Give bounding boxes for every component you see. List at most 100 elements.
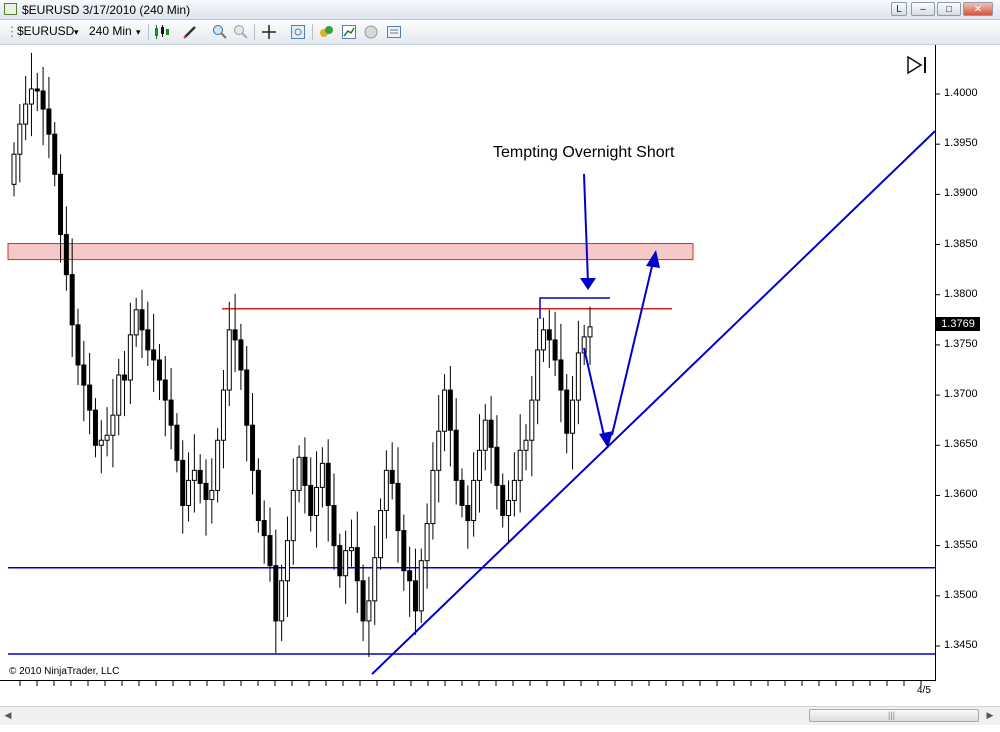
- candle-up: [296, 456, 302, 491]
- window-titlebar: $EURUSD 3/17/2010 (240 Min) L – □ ✕: [0, 0, 1000, 20]
- candle-up: [529, 399, 535, 441]
- scroll-left-icon[interactable]: ◀: [2, 709, 14, 722]
- candle-down: [407, 570, 413, 582]
- candle-down: [75, 324, 81, 366]
- price-tick-label: 1.3500: [944, 588, 978, 601]
- interval-selector[interactable]: 240 Min: [89, 24, 132, 38]
- indicators-icon[interactable]: [341, 24, 357, 40]
- chart-toolbar: ⋮ $EURUSD ▾ 240 Min ▾: [0, 20, 1000, 45]
- candle-up: [343, 550, 349, 577]
- candle-up: [506, 499, 512, 517]
- candle-down: [174, 424, 180, 461]
- annotation-arrow-line: [583, 173, 589, 284]
- candle-up: [471, 479, 477, 522]
- candle-down: [401, 530, 407, 572]
- candle-up: [226, 329, 232, 391]
- price-tick-label: 1.3800: [944, 287, 978, 300]
- candle-up: [215, 439, 221, 491]
- candle-down: [360, 580, 366, 622]
- candle-down: [63, 234, 69, 276]
- candle-down: [34, 88, 40, 92]
- candle-up: [442, 389, 448, 432]
- candle-up: [482, 419, 488, 451]
- candle-up: [127, 334, 133, 381]
- toolbar-separator: [312, 24, 313, 40]
- down-move-arrow-line: [583, 347, 606, 441]
- candle-down: [180, 459, 186, 506]
- candle-up: [476, 449, 482, 481]
- candle-up: [540, 329, 546, 351]
- candle-down: [232, 329, 238, 341]
- candle-down: [40, 90, 46, 110]
- close-button[interactable]: ✕: [963, 2, 993, 16]
- interval-dropdown-icon[interactable]: ▾: [136, 27, 141, 38]
- candle-down: [488, 419, 494, 448]
- candle-down: [494, 446, 500, 486]
- properties-icon[interactable]: [363, 24, 379, 40]
- window-title: $EURUSD 3/17/2010 (240 Min): [22, 3, 191, 17]
- down-move-arrow-head: [599, 431, 613, 448]
- resistance-zone: [7, 243, 694, 261]
- candle-down: [354, 547, 360, 582]
- candle-up: [116, 374, 122, 416]
- zoom-out-icon[interactable]: [233, 24, 249, 40]
- candle-down: [552, 339, 558, 361]
- instrument-dropdown-icon[interactable]: ▾: [74, 27, 79, 38]
- bar-style-icon[interactable]: [153, 24, 169, 40]
- candle-up: [220, 389, 226, 441]
- candle-up: [535, 349, 541, 401]
- candle-up: [424, 523, 430, 562]
- candle-down: [139, 309, 145, 331]
- candle-down: [447, 389, 453, 431]
- strategies-icon[interactable]: [318, 24, 334, 40]
- candle-down: [162, 379, 168, 401]
- crosshair-icon[interactable]: [261, 24, 277, 40]
- toolbar-separator: [148, 24, 149, 40]
- candle-down: [122, 374, 128, 381]
- candle-up: [523, 439, 529, 451]
- candle-up: [366, 600, 372, 622]
- candle-down: [197, 469, 203, 484]
- horizontal-scrollbar[interactable]: ◀ ||| ▶: [0, 706, 1000, 725]
- candle-down: [308, 484, 314, 517]
- candle-up: [209, 489, 215, 500]
- zoom-in-icon[interactable]: [212, 24, 228, 40]
- candle-down: [58, 173, 64, 236]
- time-axis: [0, 680, 936, 681]
- candle-down: [453, 429, 459, 481]
- price-tick-label: 1.3750: [944, 337, 978, 350]
- candle-down: [145, 329, 151, 351]
- price-tick-label: 1.3850: [944, 237, 978, 250]
- candle-down: [238, 339, 244, 371]
- candle-down: [500, 484, 506, 517]
- candle-up: [23, 103, 29, 125]
- candle-up: [133, 309, 139, 336]
- candle-up: [284, 540, 290, 582]
- current-price-marker: 1.3769: [936, 317, 980, 331]
- instrument-selector[interactable]: $EURUSD: [17, 24, 74, 38]
- candle-down: [459, 479, 465, 506]
- candle-down: [81, 364, 87, 386]
- thumb-grip-icon: |||: [888, 710, 896, 720]
- copyright-label: © 2010 NinjaTrader, LLC: [9, 666, 120, 677]
- price-axis: [935, 45, 936, 680]
- candle-up: [511, 479, 517, 501]
- maximize-button[interactable]: □: [937, 2, 961, 16]
- candle-down: [395, 482, 401, 532]
- chart-trader-icon[interactable]: [386, 24, 402, 40]
- candle-up: [319, 462, 325, 488]
- time-axis-label: 4/5: [917, 685, 931, 696]
- scrollbar-thumb[interactable]: |||: [809, 709, 979, 722]
- price-tick-label: 1.3450: [944, 639, 978, 651]
- draw-pencil-icon[interactable]: [182, 24, 198, 40]
- minimize-button[interactable]: –: [911, 2, 935, 16]
- data-box-icon[interactable]: [290, 24, 306, 40]
- candle-down: [156, 359, 162, 381]
- scroll-right-icon[interactable]: ▶: [984, 709, 996, 722]
- candle-down: [46, 108, 52, 135]
- scroll-to-end-icon[interactable]: [905, 55, 929, 75]
- candle-down: [564, 389, 570, 434]
- candle-down: [558, 359, 564, 391]
- annotation-arrow-head: [580, 278, 596, 290]
- lock-button[interactable]: L: [891, 2, 907, 16]
